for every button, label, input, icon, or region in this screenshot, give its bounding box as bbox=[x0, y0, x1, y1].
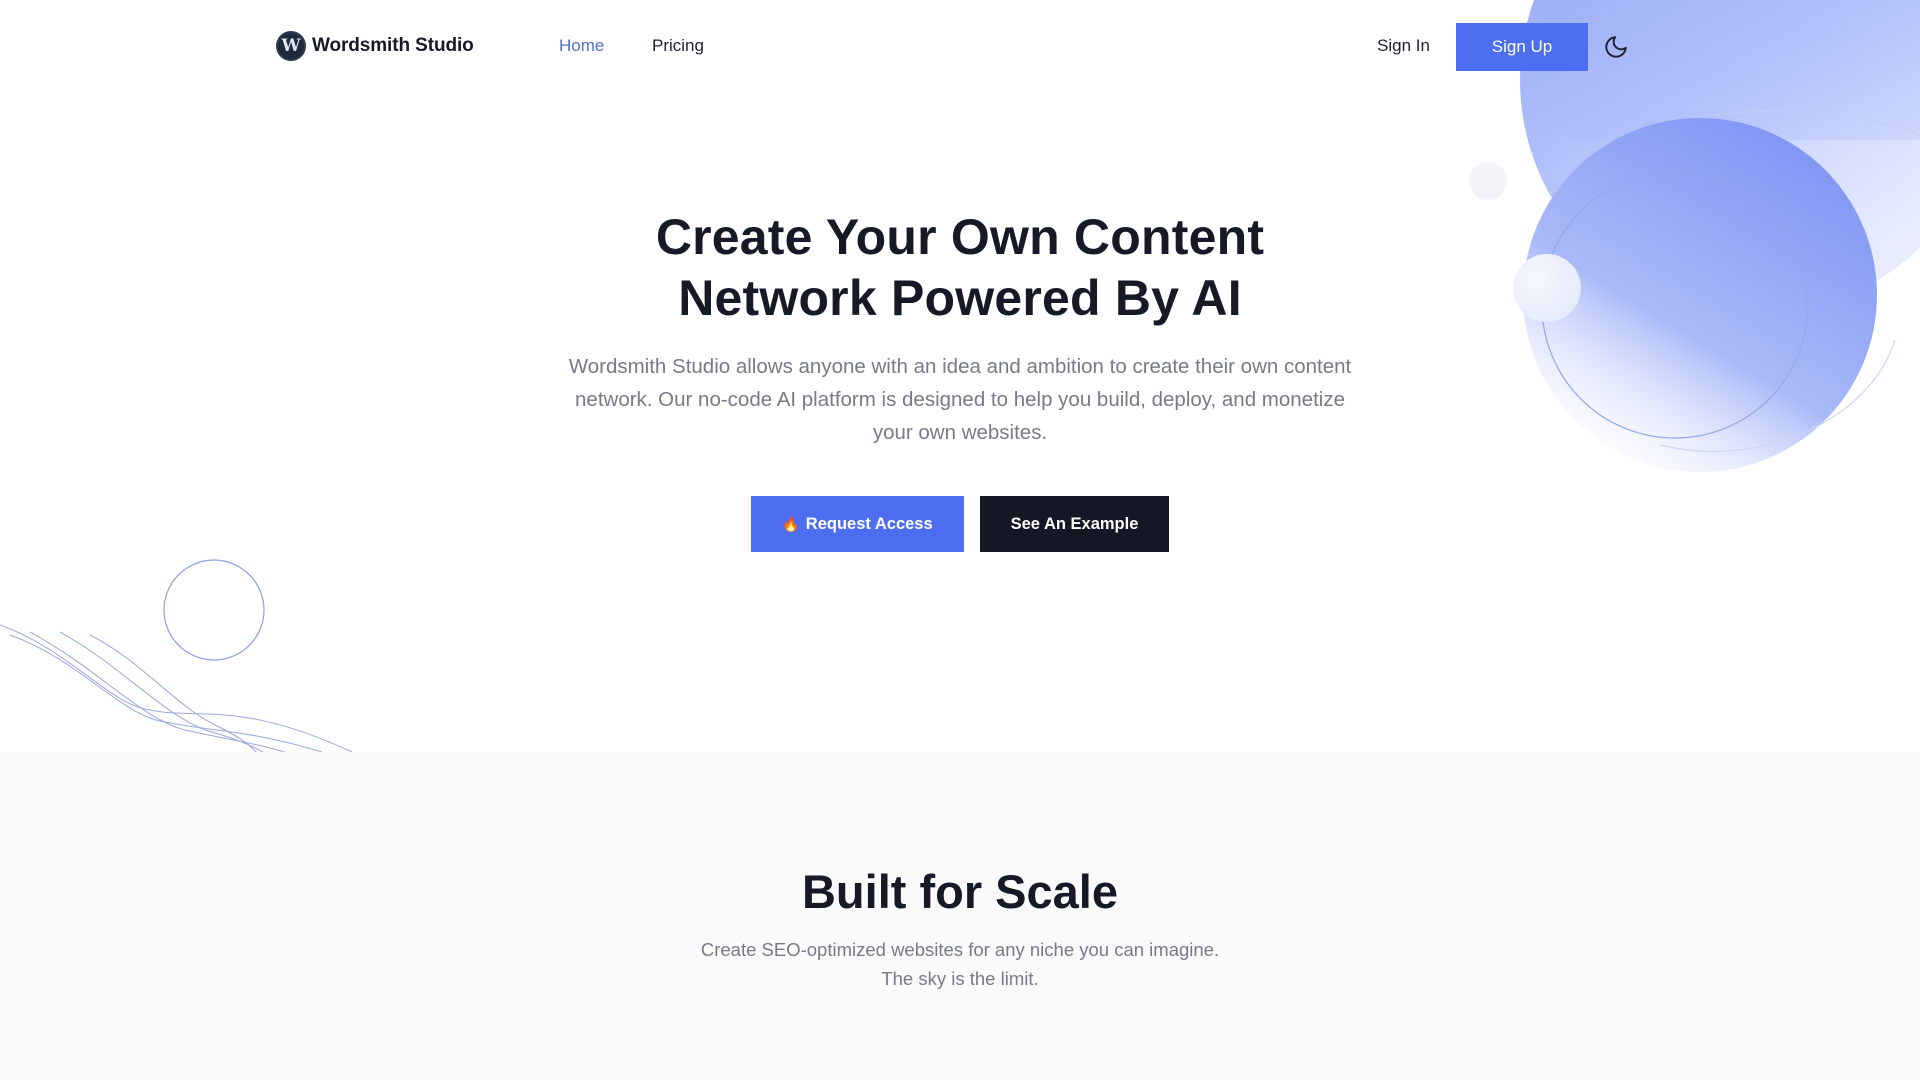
hero-title: Create Your Own Content Network Powered … bbox=[460, 207, 1460, 329]
hero-section: W Wordsmith Studio Home Pricing Sign In … bbox=[0, 0, 1920, 752]
hero-subtitle: Wordsmith Studio allows anyone with an i… bbox=[568, 355, 1352, 444]
scale-section-title: Built for Scale bbox=[801, 865, 1118, 918]
scale-section-subtitle: Create SEO-optimized websites for any ni… bbox=[560, 935, 1360, 993]
brand-logo-icon: W bbox=[276, 31, 306, 61]
deco-dot-small bbox=[1469, 162, 1507, 200]
moon-icon bbox=[1605, 36, 1627, 58]
logo-letter: W bbox=[281, 35, 301, 56]
deco-dot-medium bbox=[1513, 254, 1581, 322]
scale-section: Built for Scale Create SEO-optimized web… bbox=[0, 752, 1920, 1080]
deco-blob-mid bbox=[1523, 118, 1877, 472]
nav-link-pricing[interactable]: Pricing bbox=[652, 36, 704, 56]
sign-up-button[interactable]: Sign Up bbox=[1456, 23, 1588, 71]
nav-link-home[interactable]: Home bbox=[559, 36, 604, 56]
fire-icon: 🔥 bbox=[782, 515, 800, 532]
hero-title-line2: Network Powered By AI bbox=[678, 270, 1242, 326]
brand-name: Wordsmith Studio bbox=[312, 35, 474, 56]
see-example-button[interactable]: See An Example bbox=[980, 496, 1169, 552]
decorative-wave-lines bbox=[0, 559, 353, 752]
scale-subtitle-line2: The sky is the limit. bbox=[881, 968, 1039, 989]
top-navbar: W Wordsmith Studio Home Pricing Sign In … bbox=[0, 0, 1920, 94]
hero-title-line1: Create Your Own Content bbox=[655, 209, 1265, 265]
request-access-label: Request Access bbox=[805, 514, 933, 533]
brand[interactable]: W Wordsmith Studio bbox=[276, 31, 474, 61]
sign-in-link[interactable]: Sign In bbox=[1377, 36, 1430, 56]
request-access-button[interactable]: 🔥 Request Access bbox=[751, 496, 964, 552]
scale-subtitle-line1: Create SEO-optimized websites for any ni… bbox=[700, 939, 1220, 960]
theme-toggle-button[interactable] bbox=[1602, 33, 1630, 61]
